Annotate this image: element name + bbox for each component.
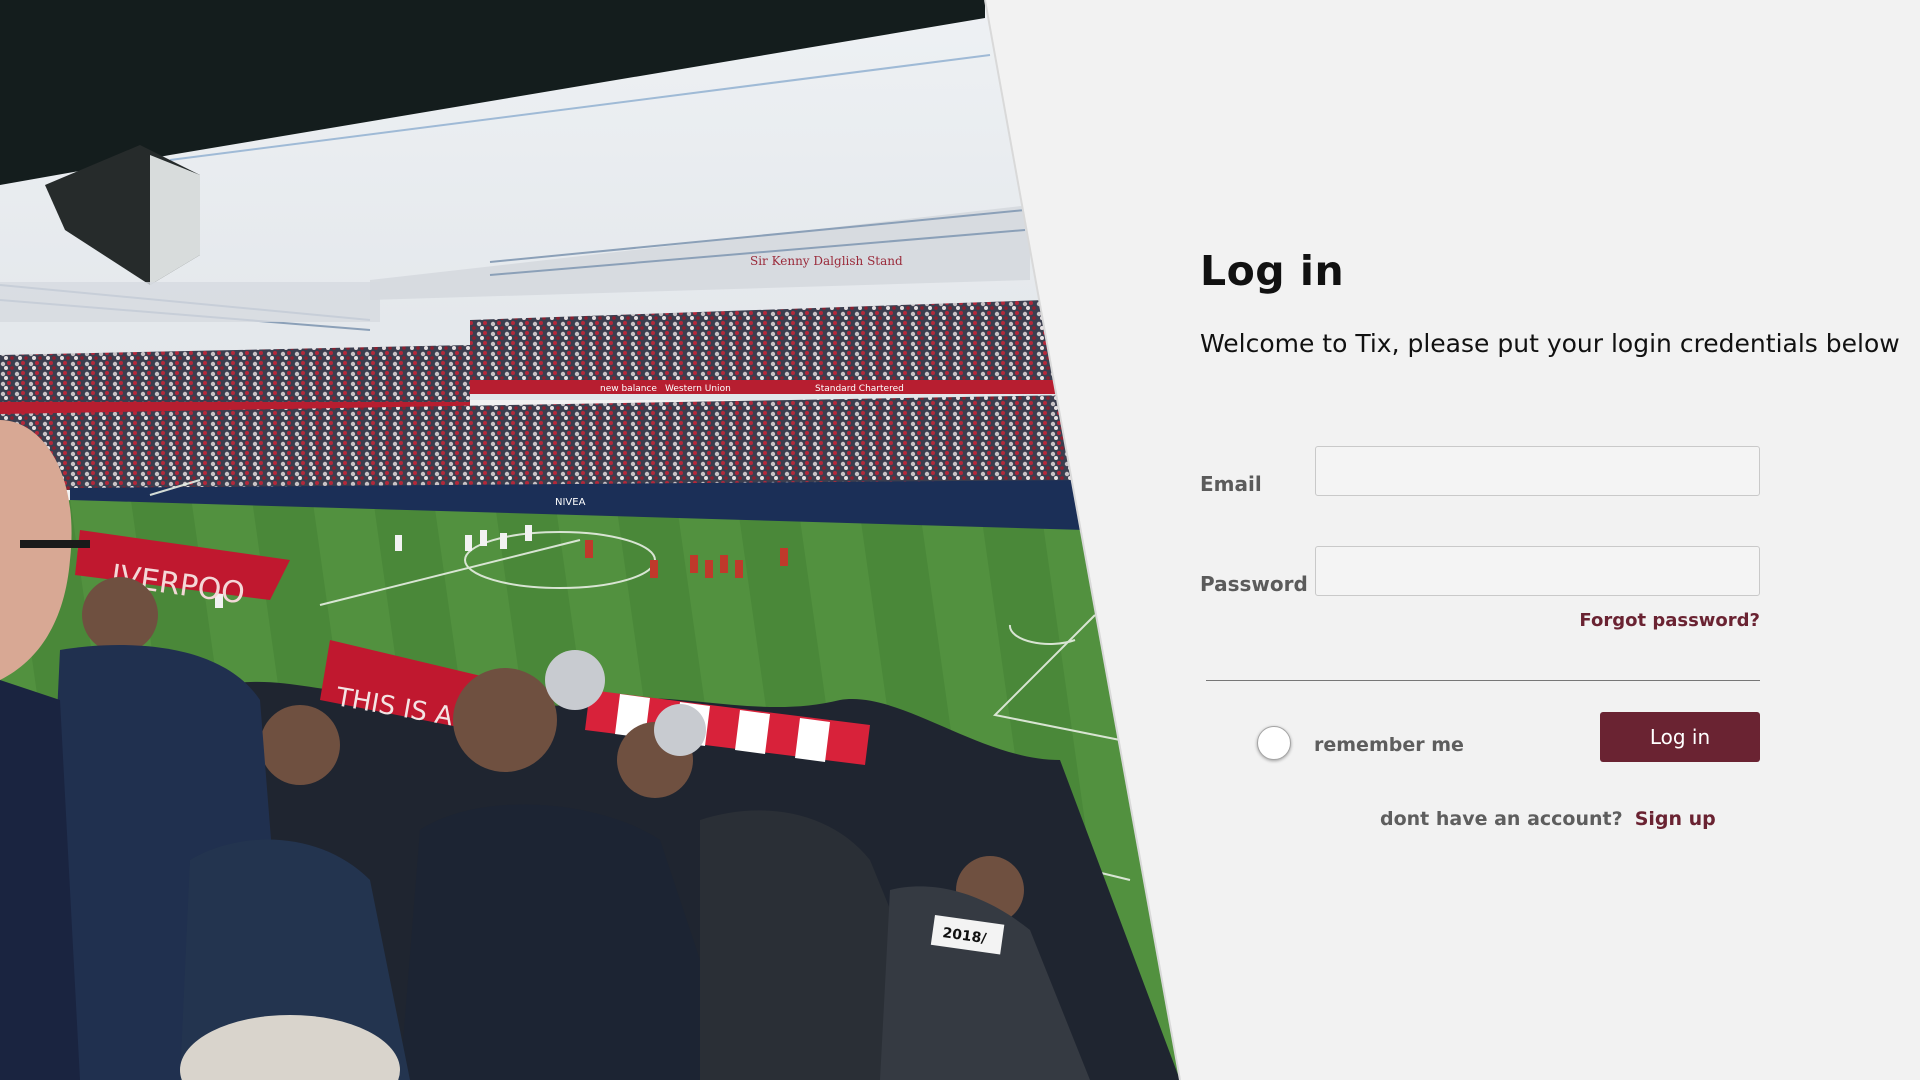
remember-me-label: remember me <box>1314 734 1464 756</box>
signup-row: dont have an account? Sign up <box>1380 808 1716 830</box>
sponsor-text-2: Standard Chartered <box>815 384 904 394</box>
email-label: Email <box>1200 472 1262 496</box>
forgot-password-link[interactable]: Forgot password? <box>1579 610 1760 631</box>
page-title: Log in <box>1200 247 1345 295</box>
sponsor-text-3: Western Union <box>665 384 731 394</box>
page-subtitle: Welcome to Tix, please put your login cr… <box>1200 329 1900 358</box>
email-field[interactable] <box>1315 446 1760 496</box>
password-field[interactable] <box>1315 546 1760 596</box>
sponsor-text-4: NIVEA <box>555 497 586 508</box>
stadium-hero-image: Sir Kenny Dalglish Stand new balance Wes… <box>0 0 1920 1080</box>
password-label: Password <box>1200 572 1308 596</box>
stand-banner-text: Sir Kenny Dalglish Stand <box>750 254 903 268</box>
signup-link[interactable]: Sign up <box>1635 808 1716 830</box>
remember-me-toggle[interactable] <box>1257 726 1291 760</box>
sponsor-text-1: new balance <box>600 384 657 394</box>
login-button[interactable]: Log in <box>1600 712 1760 762</box>
signup-prompt: dont have an account? <box>1380 808 1623 830</box>
login-page: Sir Kenny Dalglish Stand new balance Wes… <box>0 0 1920 1080</box>
form-divider <box>1206 680 1760 681</box>
